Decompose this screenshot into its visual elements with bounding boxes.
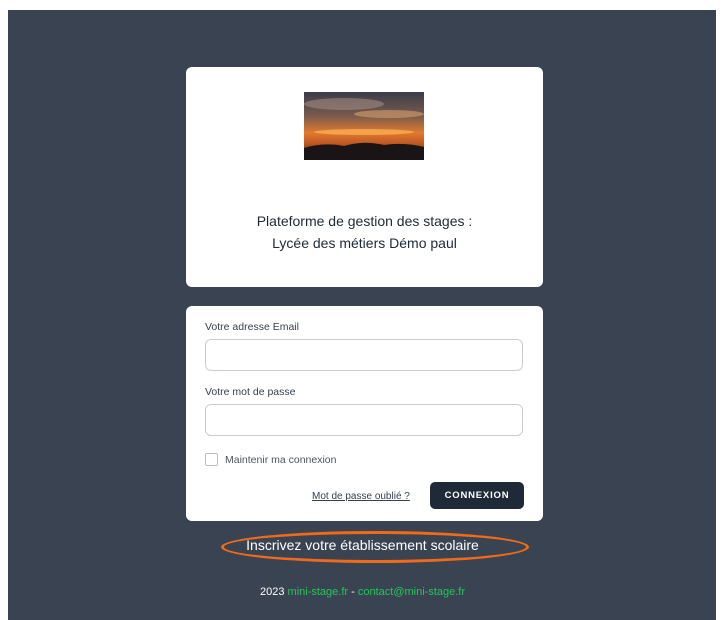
login-button[interactable]: CONNEXION	[430, 482, 524, 509]
platform-title-line2: Lycée des métiers Démo paul	[272, 235, 457, 251]
password-field[interactable]	[205, 404, 523, 436]
remember-checkbox[interactable]	[205, 453, 218, 466]
remember-label: Maintenir ma connexion	[225, 453, 337, 466]
footer-email-link[interactable]: contact@mini-stage.fr	[358, 586, 465, 598]
login-card: Votre adresse Email Votre mot de passe M…	[186, 306, 543, 521]
header-card: Plateforme de gestion des stages : Lycée…	[186, 67, 543, 287]
platform-title-line1: Plateforme de gestion des stages :	[256, 213, 473, 229]
footer-year: 2023	[259, 586, 285, 598]
platform-title: Plateforme de gestion des stages : Lycée…	[186, 210, 543, 254]
email-field[interactable]	[205, 339, 523, 371]
forgot-password-link[interactable]: Mot de passe oublié ?	[312, 491, 410, 502]
email-label: Votre adresse Email	[205, 321, 299, 333]
footer-separator: -	[351, 586, 355, 598]
password-label: Votre mot de passe	[205, 386, 296, 398]
remember-me[interactable]: Maintenir ma connexion	[205, 453, 336, 466]
footer-site-link[interactable]: mini-stage.fr	[288, 586, 349, 598]
footer: 2023 mini-stage.fr - contact@mini-stage.…	[0, 586, 725, 598]
highlight-annotation	[221, 531, 529, 563]
sunset-banner-image	[304, 92, 424, 160]
